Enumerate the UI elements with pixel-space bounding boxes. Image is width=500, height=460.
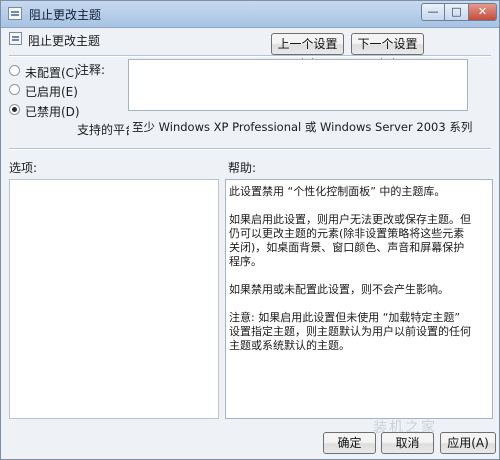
header-divider bbox=[9, 55, 491, 57]
policy-name: 阻止更改主题 bbox=[28, 34, 101, 48]
comment-field[interactable] bbox=[128, 59, 468, 111]
previous-setting-button[interactable]: 上一个设置(P) bbox=[271, 33, 344, 71]
ok-button[interactable]: 确定 bbox=[323, 432, 376, 454]
middle-divider bbox=[9, 148, 491, 150]
radio-button[interactable] bbox=[9, 65, 20, 76]
maximize-button[interactable]: □ bbox=[445, 3, 469, 21]
window-title: 阻止更改主题 bbox=[29, 8, 102, 22]
cancel-button[interactable]: 取消 bbox=[381, 432, 434, 454]
help-paragraph: 注意: 如果启用此设置但未使用 “加载特定主题” 设置指定主题，则主题默认为用户… bbox=[229, 311, 471, 352]
help-paragraph: 如果启用此设置，则用户无法更改或保存主题。但仍可以更改主题的元素(除非设置策略将… bbox=[229, 213, 471, 268]
options-pane[interactable] bbox=[9, 179, 219, 419]
title-bar[interactable]: 阻止更改主题 — □ ✕ bbox=[1, 1, 499, 28]
close-button[interactable]: ✕ bbox=[469, 3, 497, 21]
help-text: 此设置禁用 “个性化控制面板” 中的主题库。 如果启用此设置，则用户无法更改或保… bbox=[229, 185, 473, 367]
next-setting-button[interactable]: 下一个设置(N) bbox=[351, 33, 424, 71]
radio-button[interactable] bbox=[9, 84, 20, 95]
comment-label: 注释: bbox=[77, 63, 106, 77]
supported-platform-value: 至少 Windows XP Professional 或 Windows Ser… bbox=[129, 118, 472, 138]
policy-setting-icon bbox=[9, 32, 22, 45]
radio-label: 已禁用(D) bbox=[25, 105, 80, 119]
policy-dialog-window: 阻止更改主题 — □ ✕ 阻止更改主题 上一个设置(P) 下一个设置(N) 未配… bbox=[0, 0, 500, 460]
radio-button-selected[interactable] bbox=[9, 104, 20, 115]
policy-icon bbox=[8, 7, 22, 20]
options-label: 选项: bbox=[9, 161, 38, 175]
help-paragraph: 此设置禁用 “个性化控制面板” 中的主题库。 bbox=[229, 185, 446, 198]
apply-button[interactable]: 应用(A) bbox=[440, 432, 496, 454]
radio-label: 未配置(C) bbox=[25, 66, 79, 80]
minimize-button[interactable]: — bbox=[421, 3, 445, 21]
help-paragraph: 如果禁用或未配置此设置，则不会产生影响。 bbox=[229, 283, 449, 296]
radio-label: 已启用(E) bbox=[25, 85, 78, 99]
help-label: 帮助: bbox=[228, 161, 257, 175]
